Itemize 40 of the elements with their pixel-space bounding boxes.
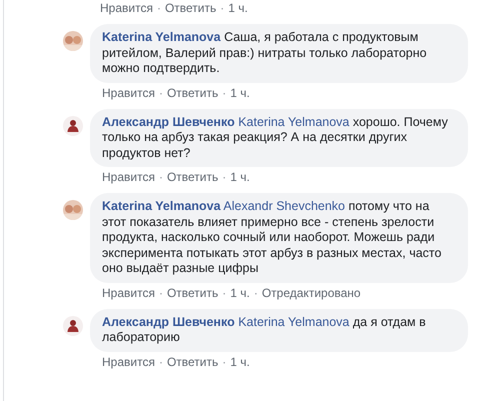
timestamp[interactable]: 1 ч. xyxy=(230,86,250,100)
mention-link[interactable]: Alexandr Shevchenko xyxy=(223,199,345,213)
timestamp[interactable]: 1 ч. xyxy=(230,354,250,370)
comment-text: Katerina Yelmanova Alexandr Shevchenko потому что на этот показатель влияет примерно все - степень зрелости продукта, насколько сочный или наоборот. Можешь ради эксперимента потыкать этот арбуз в разных местах, часто оно выдаёт разные цифры xyxy=(102,199,442,276)
separator-dot: · xyxy=(222,354,226,370)
separator-dot: · xyxy=(222,170,226,185)
separator-dot: · xyxy=(158,86,163,100)
action-link[interactable]: Нравится xyxy=(102,170,155,185)
action-link[interactable]: Ответить xyxy=(166,286,218,300)
mention-link[interactable]: Katerina Yelmanova xyxy=(238,314,350,328)
separator-dot: · xyxy=(158,354,163,370)
mention-link[interactable]: Katerina Yelmanova xyxy=(238,114,350,128)
action-link[interactable]: Ответить xyxy=(164,1,216,16)
action-link[interactable]: Нравится xyxy=(102,354,155,370)
separator-dot: · xyxy=(222,286,226,300)
action-link[interactable]: Ответить xyxy=(166,354,218,370)
author-link[interactable]: Александр Шевченко xyxy=(102,114,235,128)
action-link[interactable]: Ответить xyxy=(166,170,218,185)
action-link[interactable]: Нравится xyxy=(102,86,155,100)
avatar-figure-icon[interactable] xyxy=(63,316,83,336)
author-link[interactable]: Katerina Yelmanova xyxy=(102,199,221,213)
separator-dot: · xyxy=(158,170,163,185)
author-link[interactable]: Александр Шевченко xyxy=(102,314,235,328)
action-link[interactable]: Нравится xyxy=(102,286,155,300)
separator-dot: · xyxy=(220,1,224,16)
comment-text: Александр Шевченко Katerina Yelmanova хорошо. Почему только на арбуз такая реакция? А на десятки других продуктов нет? xyxy=(102,114,449,161)
action-link[interactable]: Отредактировано xyxy=(262,286,361,300)
timestamp[interactable]: 1 ч. xyxy=(230,170,250,185)
comment-text: Katerina Yelmanova Саша, я работала с продуктовым ритейлом, Валерий прав:) нитраты только лабораторно можно подтвердить. xyxy=(102,30,428,76)
action-link[interactable]: Нравится xyxy=(100,1,153,16)
separator-dot: · xyxy=(158,286,163,300)
avatar-figure-icon[interactable] xyxy=(63,116,83,136)
comment-text: Александр Шевченко Katerina Yelmanova да я отдам в лабораторию xyxy=(102,314,427,346)
timestamp[interactable]: 1 ч. xyxy=(230,286,250,300)
action-link[interactable]: Ответить xyxy=(166,86,218,100)
timestamp[interactable]: 1 ч. xyxy=(228,1,248,16)
author-link[interactable]: Katerina Yelmanova xyxy=(102,30,221,44)
separator-dot: · xyxy=(156,1,161,16)
separator-dot: · xyxy=(254,286,258,300)
separator-dot: · xyxy=(222,86,226,100)
